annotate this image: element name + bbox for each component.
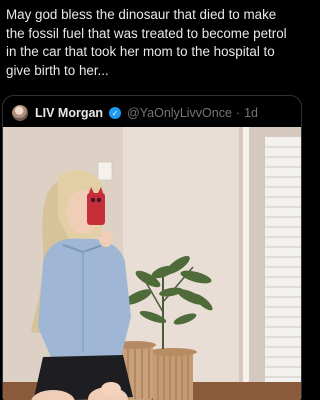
separator-dot: · [235,106,241,120]
quoted-handle[interactable]: @YaOnlyLivvOnce [127,106,232,120]
post-text: May god bless the dinosaur that died to … [6,7,287,78]
avatar[interactable] [12,105,28,121]
quoted-display-name[interactable]: LIV Morgan [35,106,103,120]
verified-badge-icon: ✓ [109,107,122,119]
quoted-post-card[interactable]: LIV Morgan ✓ @YaOnlyLivvOnce · 1d [2,95,302,400]
quoted-timestamp[interactable]: 1d [244,106,258,120]
photo-illustration [3,127,301,400]
quoted-photo[interactable] [3,127,301,400]
quoted-post-header: LIV Morgan ✓ @YaOnlyLivvOnce · 1d [3,96,301,130]
